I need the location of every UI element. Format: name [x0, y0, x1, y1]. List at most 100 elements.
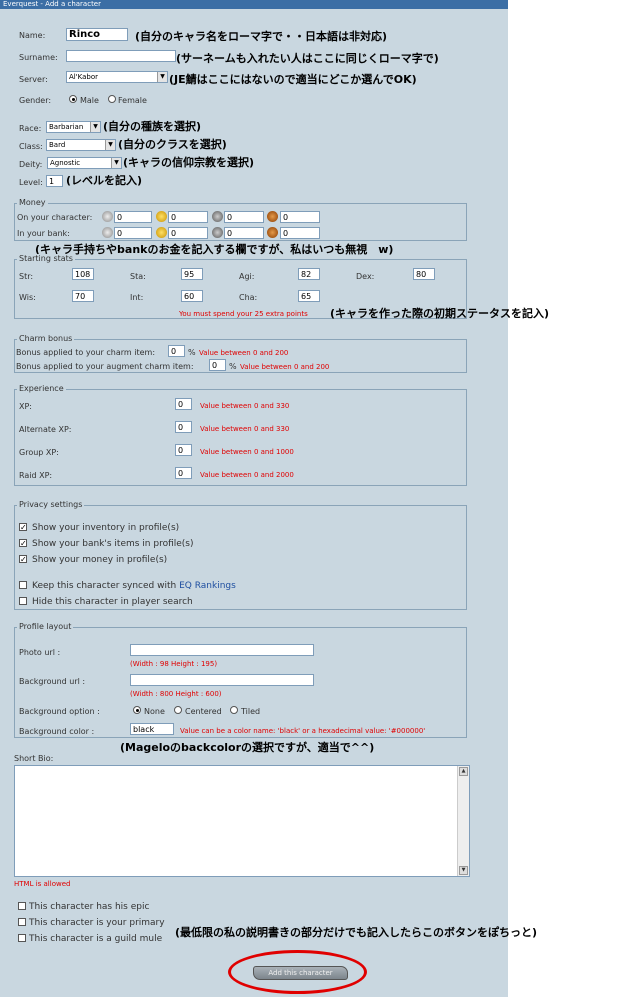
bank-items-checkbox[interactable]: ✓ — [19, 539, 27, 548]
bio-label: Short Bio: — [14, 754, 54, 763]
sta-label: Sta: — [130, 272, 146, 281]
agi-input[interactable]: 82 — [298, 268, 320, 280]
bank-copper-input[interactable]: 0 — [280, 227, 320, 239]
raid-xp-input[interactable]: 0 — [175, 467, 192, 479]
str-input[interactable]: 108 — [72, 268, 94, 280]
bg-url-label: Background url : — [19, 677, 86, 686]
bg-tiled-radio[interactable] — [230, 706, 238, 714]
stats-note: (キャラを作った際の初期ステータスを記入) — [330, 307, 550, 320]
gender-female-radio[interactable] — [108, 95, 116, 103]
sync-label-text: Keep this character synced with — [32, 581, 180, 591]
surname-note: (サーネームも入れたい人はここに同じくローマ字で) — [176, 52, 439, 65]
dex-input[interactable]: 80 — [413, 268, 435, 280]
alt-xp-label: Alternate XP: — [19, 425, 72, 434]
money-privacy-label: Show your money in profile(s) — [32, 555, 168, 565]
eq-rankings-link[interactable]: EQ Rankings — [179, 581, 236, 591]
profile-note: (Mageloのbackcolorの選択ですが、適当で^^) — [120, 741, 375, 754]
silver-coin-icon — [212, 227, 223, 238]
hide-checkbox[interactable] — [19, 597, 27, 605]
deity-select[interactable]: Agnostic ▼ — [47, 157, 122, 169]
surname-label: Surname: — [19, 53, 58, 62]
alt-xp-input[interactable]: 0 — [175, 421, 192, 433]
level-input[interactable]: 1 — [46, 175, 63, 187]
gold-coin-icon — [156, 211, 167, 222]
epic-checkbox[interactable] — [18, 902, 26, 910]
highlight-ellipse — [228, 950, 367, 994]
xp-hint: Value between 0 and 330 — [200, 402, 290, 410]
group-xp-hint: Value between 0 and 1000 — [200, 448, 294, 456]
sync-checkbox[interactable] — [19, 581, 27, 589]
submit-note: (最低限の私の説明書きの部分だけでも記入したらこのボタンをぽちっと) — [175, 926, 538, 939]
race-note: (自分の種族を選択) — [103, 120, 202, 133]
photo-url-label: Photo url : — [19, 648, 61, 657]
bank-platinum-input[interactable]: 0 — [114, 227, 152, 239]
money-note: (キャラ手持ちやbankのお金を記入する欄ですが、私はいつも無視 w) — [35, 243, 394, 256]
bg-url-hint: (Width : 800 Height : 600) — [130, 690, 222, 698]
money-platinum-input[interactable]: 0 — [114, 211, 152, 223]
server-select[interactable]: Al'Kabor ▼ — [66, 71, 168, 83]
bg-option-label: Background option : — [19, 707, 100, 716]
primary-label: This character is your primary — [29, 918, 165, 928]
raid-xp-hint: Value between 0 and 2000 — [200, 471, 294, 479]
level-note: (レベルを記入) — [66, 174, 143, 187]
group-xp-label: Group XP: — [19, 448, 59, 457]
class-value: Bard — [49, 141, 66, 149]
charm-legend: Charm bonus — [17, 334, 75, 343]
sync-label: Keep this character synced with EQ Ranki… — [32, 581, 236, 591]
bio-textarea[interactable]: ▲ ▼ — [14, 765, 470, 877]
scroll-up-icon[interactable]: ▲ — [459, 767, 468, 776]
platinum-coin-icon — [102, 211, 113, 222]
wis-input[interactable]: 70 — [72, 290, 94, 302]
gender-male-label: Male — [80, 96, 99, 105]
int-label: Int: — [130, 293, 144, 302]
photo-url-input[interactable] — [130, 644, 314, 656]
guild-mule-checkbox[interactable] — [18, 934, 26, 942]
html-allowed-note: HTML is allowed — [14, 880, 71, 888]
chevron-down-icon: ▼ — [111, 158, 121, 168]
str-label: Str: — [19, 272, 34, 281]
surname-input[interactable] — [66, 50, 176, 62]
gender-male-radio[interactable] — [69, 95, 77, 103]
group-xp-input[interactable]: 0 — [175, 444, 192, 456]
deity-note: (キャラの信仰宗教を選択) — [123, 156, 255, 169]
cha-input[interactable]: 65 — [298, 290, 320, 302]
bg-centered-radio[interactable] — [174, 706, 182, 714]
money-on-char-label: On your character: — [17, 213, 93, 222]
int-input[interactable]: 60 — [181, 290, 203, 302]
inventory-checkbox[interactable]: ✓ — [19, 523, 27, 532]
money-silver-input[interactable]: 0 — [224, 211, 264, 223]
platinum-coin-icon — [102, 227, 113, 238]
class-select[interactable]: Bard ▼ — [46, 139, 116, 151]
money-checkbox[interactable]: ✓ — [19, 555, 27, 564]
xp-input[interactable]: 0 — [175, 398, 192, 410]
bg-none-label: None — [144, 707, 165, 716]
bg-centered-label: Centered — [185, 707, 222, 716]
charm-augment-input[interactable]: 0 — [209, 359, 226, 371]
primary-checkbox[interactable] — [18, 918, 26, 926]
gold-coin-icon — [156, 227, 167, 238]
bio-scrollbar[interactable]: ▲ ▼ — [457, 766, 469, 876]
scroll-down-icon[interactable]: ▼ — [459, 866, 468, 875]
money-gold-input[interactable]: 0 — [168, 211, 208, 223]
xp-label: XP: — [19, 402, 32, 411]
bank-silver-input[interactable]: 0 — [224, 227, 264, 239]
inventory-label: Show your inventory in profile(s) — [32, 523, 180, 533]
race-select[interactable]: Barbarian ▼ — [46, 121, 101, 133]
charm-item-input[interactable]: 0 — [168, 345, 185, 357]
epic-label: This character has his epic — [29, 902, 150, 912]
guild-mule-label: This character is a guild mule — [29, 934, 163, 944]
charm-item-label: Bonus applied to your charm item: — [16, 348, 156, 357]
raid-xp-label: Raid XP: — [19, 471, 53, 480]
deity-label: Deity: — [19, 160, 43, 169]
bg-color-input[interactable]: black — [130, 723, 174, 735]
sta-input[interactable]: 95 — [181, 268, 203, 280]
bg-none-radio[interactable] — [133, 706, 141, 714]
money-copper-input[interactable]: 0 — [280, 211, 320, 223]
chevron-down-icon: ▼ — [105, 140, 115, 150]
bg-url-input[interactable] — [130, 674, 314, 686]
dex-label: Dex: — [356, 272, 375, 281]
bank-gold-input[interactable]: 0 — [168, 227, 208, 239]
bg-tiled-label: Tiled — [241, 707, 261, 716]
money-in-bank-label: In your bank: — [17, 229, 70, 238]
name-input[interactable]: Rinco — [66, 28, 128, 41]
